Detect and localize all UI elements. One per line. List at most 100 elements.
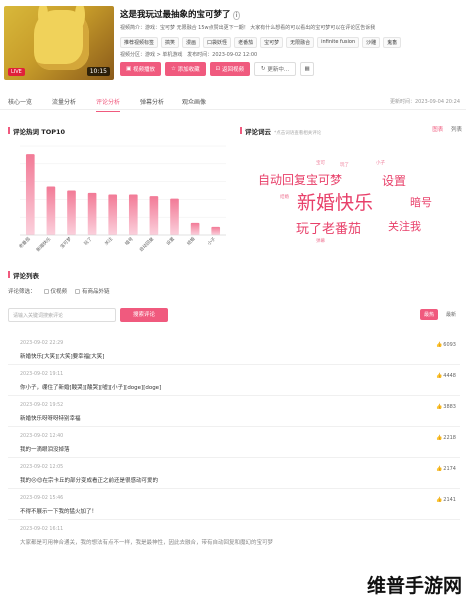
chart-bar[interactable] — [25, 154, 35, 235]
comment-likes: 4448 — [436, 373, 456, 379]
checkbox-icon[interactable] — [75, 289, 81, 294]
tag-item[interactable]: 宝可梦 — [260, 37, 284, 48]
comment-search-input[interactable]: 请输入关键词搜索评论 — [8, 308, 116, 322]
chart-bar[interactable] — [46, 186, 56, 235]
comment-time: 2023-09-02 16:11 — [20, 527, 64, 532]
tag-item[interactable]: 搞笑 — [161, 37, 180, 48]
tag-item[interactable]: 漫画 — [182, 37, 201, 48]
chart-bar[interactable] — [149, 196, 159, 235]
tab-comments[interactable]: 评论分析 — [96, 97, 121, 112]
sort-hot-button[interactable]: 最热 — [419, 309, 438, 320]
cloud-word[interactable]: 玩了 — [340, 162, 349, 168]
video-duration: 10:15 — [86, 67, 110, 76]
comment-likes: 3883 — [436, 404, 456, 410]
filter-video-only[interactable]: 仅视频 — [43, 287, 67, 295]
chart-x-tick-label: 关注 — [103, 235, 115, 247]
tab-overview[interactable]: 核心一览 — [8, 97, 32, 106]
pikachu-image — [34, 6, 89, 70]
analysis-tabs: 核心一览 流量分析 评论分析 弹幕分析 观众画像 更新时间：2023-09-04… — [0, 92, 466, 112]
cloud-word[interactable]: 小子 — [376, 160, 385, 166]
video-thumbnail[interactable]: LIVE 10:15 — [4, 6, 114, 80]
tag-item[interactable]: 沙雕 — [362, 37, 381, 48]
chart-bar[interactable] — [211, 226, 221, 235]
tag-item[interactable]: 无限融合 — [286, 37, 315, 48]
filter-has-link[interactable]: 有商品外链 — [75, 287, 110, 295]
updating-button[interactable]: ↻ 更新中... — [254, 62, 297, 76]
word-cloud-title: 评论词云 *点击词语查看相关评论 — [240, 126, 321, 136]
comment-item[interactable]: 2023-09-02 19:52 新婚快乐呀呀呀特别幸福 3883 — [8, 396, 460, 427]
qr-code-icon[interactable]: ▦ — [300, 62, 315, 76]
comment-time: 2023-09-02 19:11 — [20, 372, 64, 377]
tab-audience[interactable]: 观众画像 — [182, 97, 206, 106]
comment-time: 2023-09-02 12:40 — [20, 434, 64, 439]
cloud-word[interactable]: 玩了老番茄 — [296, 218, 361, 237]
cloud-word[interactable]: 暗号 — [410, 194, 432, 210]
hot-words-title: 评论热词 TOP10 — [8, 126, 65, 136]
word-cloud: 宝可 玩了 小子 自动回复宝可梦 设置 结婚 新婚快乐 暗号 玩了老番茄 关注我… — [240, 140, 466, 260]
video-intro: 视频简介：游戏：宝可梦 无限融合 15w点赞出更下一期！ 大家有什么想看的可以看… — [120, 25, 376, 31]
comment-time: 2023-09-02 19:52 — [20, 403, 64, 408]
comment-text: 你小子，绷住了新婚[酸哭][酸哭][嘘][小子][doge][doge] — [20, 385, 162, 391]
tab-traffic[interactable]: 流量分析 — [52, 97, 76, 106]
comment-item[interactable]: 2023-09-02 22:29 新婚快乐[大笑][大笑]要幸福[大笑] 609… — [8, 334, 460, 365]
search-comments-button[interactable]: 搜索评论 — [120, 308, 168, 322]
comment-time: 2023-09-02 15:46 — [20, 496, 64, 501]
cloud-word[interactable]: 新婚快乐 — [297, 188, 373, 215]
view-list-tab[interactable]: 列表 — [451, 127, 462, 133]
add-favorite-button[interactable]: ☆ 添加收藏 — [164, 62, 206, 76]
action-buttons: ▣ 视频播放 ☆ 添加收藏 ⊡ 返回视频 ↻ 更新中... ▦ — [120, 62, 315, 76]
tag-item[interactable]: 口袋妖怪 — [203, 37, 232, 48]
comment-item[interactable]: 2023-09-02 12:40 我的一滴眼泪没掉落 2218 — [8, 427, 460, 458]
comment-item[interactable]: 2023-09-02 12:05 我的😐😊在宗卡丘的部分变成看正之前还是很感动可… — [8, 458, 460, 489]
chart-bar[interactable] — [108, 194, 118, 235]
tag-item[interactable]: 鬼畜 — [383, 37, 402, 48]
tag-item[interactable]: infinite fusion — [317, 37, 360, 48]
comment-sort: 最热 最新 — [419, 309, 460, 320]
comment-time: 2023-09-02 12:05 — [20, 465, 64, 470]
chart-bar[interactable] — [128, 194, 138, 235]
sort-new-button[interactable]: 最新 — [442, 309, 460, 320]
chart-bar[interactable] — [190, 222, 200, 235]
tab-danmaku[interactable]: 弹幕分析 — [140, 97, 164, 106]
chart-x-tick-label: 小子 — [206, 235, 218, 247]
hot-words-bar-chart: 老番茄 新婚快乐 宝可梦 玩了 关注 暗号 自动回复 设置 结婚 小子 — [17, 145, 226, 253]
tag-item[interactable]: 老番茄 — [234, 37, 258, 48]
cloud-word[interactable]: 关注我 — [388, 218, 421, 234]
comment-text: 新婚快乐[大笑][大笑]要幸福[大笑] — [20, 354, 105, 360]
cloud-word[interactable]: 弹幕 — [316, 238, 325, 244]
chart-bar[interactable] — [170, 198, 179, 235]
play-video-button[interactable]: ▣ 视频播放 — [120, 62, 161, 76]
chart-x-tick-label: 老番茄 — [17, 235, 32, 250]
comment-list-title: 评论列表 — [8, 270, 39, 280]
live-badge: LIVE — [8, 68, 25, 76]
chart-bar[interactable] — [87, 192, 97, 235]
checkbox-icon[interactable] — [43, 289, 49, 294]
comment-list: 2023-09-02 22:29 新婚快乐[大笑][大笑]要幸福[大笑] 609… — [8, 334, 460, 551]
cloud-word[interactable]: 结婚 — [280, 194, 289, 200]
comment-text: 不得不展示一下我的猛火加了！ — [20, 509, 98, 515]
cloud-word[interactable]: 宝可 — [316, 160, 325, 166]
cloud-word[interactable]: 设置 — [382, 172, 406, 189]
comment-text: 我的😐😊在宗卡丘的部分变成看正之前还是很感动可爱的 — [20, 478, 158, 484]
chart-x-tick-label: 新婚快乐 — [35, 235, 53, 253]
video-title[interactable]: 这是我玩过最抽象的宝可梦了 i — [120, 8, 240, 20]
word-cloud-view-toggle: 图表 列表 — [426, 125, 462, 133]
chart-x-tick-label: 自动回复 — [138, 235, 156, 253]
cloud-word[interactable]: 自动回复宝可梦 — [258, 171, 342, 188]
video-partition-time: 视频分区：游戏 > 单机游戏 发布时间：2023-09-02 12:00 — [120, 52, 258, 58]
comment-likes: 2174 — [436, 466, 456, 472]
comment-item[interactable]: 2023-09-02 16:11 大家都是可用神合通关，我的想法有点不一样，我是… — [8, 520, 460, 551]
comment-item[interactable]: 2023-09-02 19:11 你小子，绷住了新婚[酸哭][酸哭][嘘][小子… — [8, 365, 460, 396]
back-video-button[interactable]: ⊡ 返回视频 — [209, 62, 251, 76]
info-icon[interactable]: i — [233, 11, 240, 20]
chart-x-tick-label: 暗号 — [123, 235, 135, 247]
chart-bar[interactable] — [67, 190, 76, 236]
comment-item[interactable]: 2023-09-02 15:46 不得不展示一下我的猛火加了！ 2141 — [8, 489, 460, 520]
view-chart-tab[interactable]: 图表 — [432, 127, 443, 133]
video-header: LIVE 10:15 这是我玩过最抽象的宝可梦了 i 视频简介：游戏：宝可梦 无… — [0, 0, 466, 88]
chart-x-tick-label: 玩了 — [82, 235, 94, 247]
update-time: 更新时间：2023-09-04 20:24 — [389, 99, 460, 105]
filter-label: 评论筛选： — [8, 289, 36, 295]
chart-x-tick-label: 宝可梦 — [58, 235, 73, 250]
comment-text: 新婚快乐呀呀呀特别幸福 — [20, 416, 81, 422]
